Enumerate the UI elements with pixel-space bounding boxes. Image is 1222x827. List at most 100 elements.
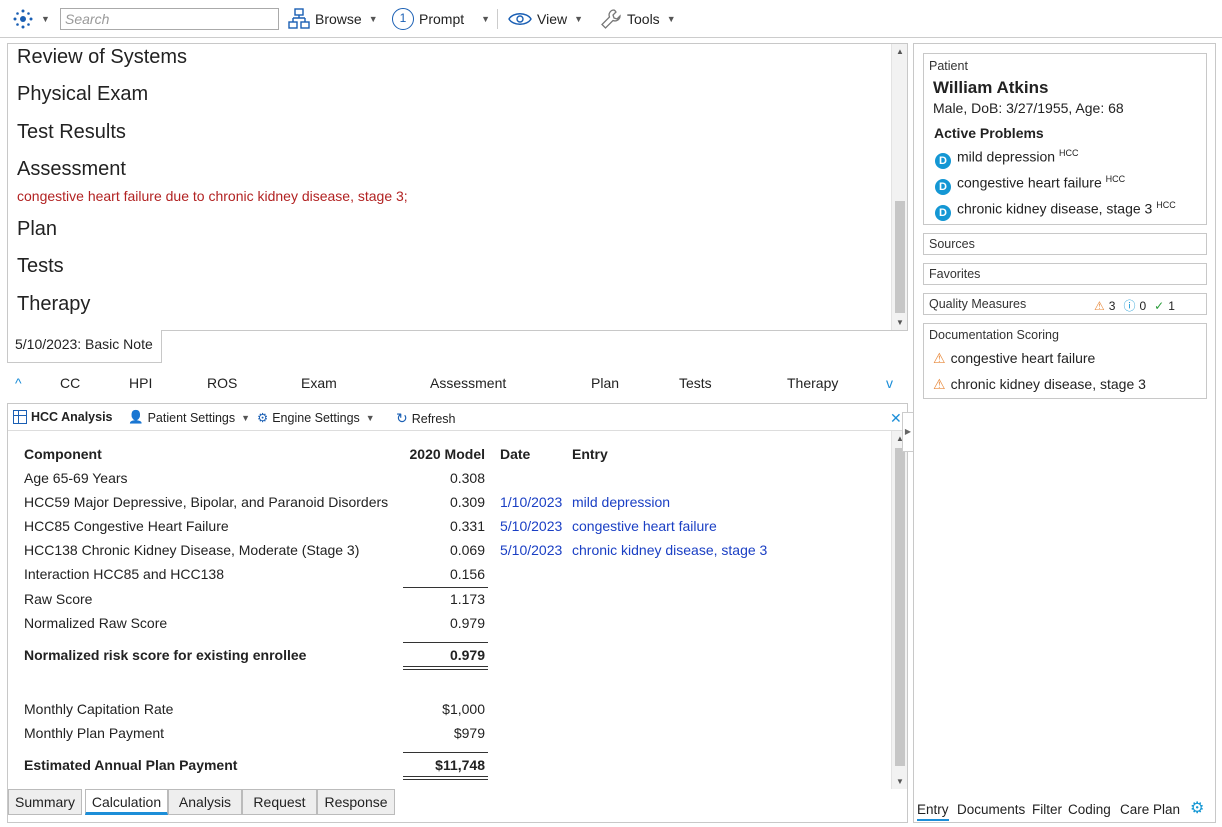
chevron-down-icon: ▼	[41, 14, 50, 24]
component-row-label: HCC59 Major Depressive, Bipolar, and Par…	[24, 494, 389, 510]
problem-name: chronic kidney disease, stage 3	[957, 200, 1153, 217]
assessment-text[interactable]: congestive heart failure due to chronic …	[17, 188, 408, 204]
section-therapy[interactable]: Therapy	[17, 293, 90, 316]
quality-measures-panel[interactable]: Quality Measures ⚠ 3 ⓘ 0 ✓ 1	[923, 293, 1207, 315]
tab-coding[interactable]: Coding	[1068, 802, 1111, 817]
eye-icon	[508, 13, 532, 25]
entry-date-link[interactable]: 5/10/2023	[500, 518, 562, 534]
prompt-menu-button[interactable]: 1 Prompt ▼	[392, 6, 490, 32]
scrollbar-thumb[interactable]	[895, 201, 905, 313]
nav-ros[interactable]: ROS	[207, 375, 237, 391]
scroll-up-icon[interactable]: ▲	[892, 47, 907, 56]
risk-score-value: 0.979	[449, 647, 485, 663]
problem-item[interactable]: Dcongestive heart failure HCC	[935, 174, 1125, 195]
header-date: Date	[500, 446, 531, 462]
nav-cc[interactable]: CC	[60, 375, 80, 391]
tab-summary[interactable]: Summary	[8, 789, 82, 815]
note-editor[interactable]: Review of Systems Physical Exam Test Res…	[7, 43, 908, 331]
patient-card: Patient William Atkins Male, DoB: 3/27/1…	[923, 53, 1207, 225]
section-test-results[interactable]: Test Results	[17, 121, 126, 144]
section-review-of-systems[interactable]: Review of Systems	[17, 46, 187, 69]
raw-score-value: 1.173	[449, 591, 485, 607]
patient-demographics: Male, DoB: 3/27/1955, Age: 68	[933, 100, 1124, 116]
nav-hpi[interactable]: HPI	[129, 375, 152, 391]
chevron-up-icon[interactable]: ^	[15, 375, 22, 391]
patient-settings-label: Patient Settings	[147, 410, 236, 425]
warning-icon: ⚠	[933, 376, 946, 392]
entry-link[interactable]: chronic kidney disease, stage 3	[572, 542, 767, 558]
scoring-item[interactable]: ⚠ congestive heart failure	[933, 350, 1095, 367]
section-nav: ^ CC HPI ROS Exam Assessment Plan Tests …	[7, 372, 908, 394]
note-scrollbar[interactable]: ▲ ▼	[891, 44, 907, 330]
app-menu-button[interactable]: ▼	[12, 6, 50, 32]
nav-tests[interactable]: Tests	[679, 375, 712, 391]
favorites-panel[interactable]: Favorites	[923, 263, 1207, 285]
nav-assessment[interactable]: Assessment	[430, 375, 506, 391]
toolbar: ▼ Browse ▼ 1 Prompt ▼ View ▼ Tools ▼	[0, 0, 1222, 38]
section-assessment[interactable]: Assessment	[17, 158, 126, 181]
annual-payment-value: $11,748	[435, 757, 485, 773]
problem-item[interactable]: Dchronic kidney disease, stage 3 HCC	[935, 200, 1176, 221]
hcc-tag: HCC	[1156, 200, 1176, 210]
tab-response[interactable]: Response	[317, 789, 395, 815]
chevron-down-icon[interactable]: v	[886, 375, 893, 391]
prompt-badge: 1	[399, 11, 407, 25]
view-label: View	[537, 11, 568, 27]
warning-icon: ⚠	[1094, 298, 1105, 313]
sources-panel[interactable]: Sources	[923, 233, 1207, 255]
nav-exam[interactable]: Exam	[301, 375, 337, 391]
problem-name: mild depression	[957, 148, 1056, 165]
double-underline	[403, 776, 488, 777]
scroll-down-icon[interactable]: ▼	[892, 318, 907, 327]
tab-filter[interactable]: Filter	[1032, 802, 1062, 817]
double-underline	[403, 669, 488, 670]
tab-analysis[interactable]: Analysis	[168, 789, 242, 815]
tools-menu-button[interactable]: Tools ▼	[600, 6, 676, 32]
scrollbar-thumb[interactable]	[895, 448, 905, 766]
raw-score-label: Raw Score	[24, 591, 93, 607]
normalized-raw-label: Normalized Raw Score	[24, 615, 168, 631]
tab-documents[interactable]: Documents	[957, 802, 1025, 817]
patient-settings-button[interactable]: 👤 Patient Settings ▼	[128, 410, 250, 425]
tab-entry[interactable]: Entry	[917, 802, 949, 821]
plan-payment-label: Monthly Plan Payment	[24, 725, 165, 741]
entry-link[interactable]: congestive heart failure	[572, 518, 717, 534]
scoring-item[interactable]: ⚠ chronic kidney disease, stage 3	[933, 376, 1146, 393]
view-menu-button[interactable]: View ▼	[508, 6, 583, 32]
refresh-label: Refresh	[411, 411, 456, 426]
entry-date-link[interactable]: 5/10/2023	[500, 542, 562, 558]
component-row-value: 0.309	[449, 494, 485, 510]
note-tab[interactable]: 5/10/2023: Basic Note	[7, 330, 162, 363]
gear-icon[interactable]: ⚙	[1190, 798, 1204, 818]
engine-settings-button[interactable]: ⚙ Engine Settings ▼	[257, 410, 375, 426]
refresh-button[interactable]: ↻ Refresh	[396, 410, 456, 427]
entry-date-link[interactable]: 1/10/2023	[500, 494, 562, 510]
chevron-down-icon: ▼	[666, 14, 676, 24]
nav-plan[interactable]: Plan	[591, 375, 619, 391]
section-plan[interactable]: Plan	[17, 218, 57, 241]
browse-menu-button[interactable]: Browse ▼	[288, 6, 378, 32]
grid-icon	[13, 410, 27, 424]
capitation-label: Monthly Capitation Rate	[24, 701, 174, 717]
scroll-down-icon[interactable]: ▼	[892, 777, 908, 786]
section-tests[interactable]: Tests	[17, 255, 64, 278]
component-row-value: 0.331	[449, 518, 485, 534]
chevron-down-icon: ▼	[574, 14, 584, 24]
entry-link[interactable]: mild depression	[572, 494, 670, 510]
nav-therapy[interactable]: Therapy	[787, 375, 838, 391]
tab-calculation[interactable]: Calculation	[85, 789, 168, 815]
section-physical-exam[interactable]: Physical Exam	[17, 83, 148, 106]
tab-care-plan[interactable]: Care Plan	[1120, 802, 1180, 817]
active-problems-title: Active Problems	[934, 125, 1044, 141]
problem-item[interactable]: Dmild depression HCC	[935, 148, 1078, 169]
hcc-scrollbar[interactable]: ▲ ▼	[891, 431, 907, 789]
hcc-tag: HCC	[1105, 174, 1126, 184]
tab-request[interactable]: Request	[242, 789, 317, 815]
search-input[interactable]	[60, 8, 279, 30]
close-icon[interactable]: ✕	[890, 410, 902, 427]
component-row-label: HCC138 Chronic Kidney Disease, Moderate …	[24, 542, 360, 558]
diagnosis-icon: D	[935, 204, 951, 221]
patient-header: Patient	[929, 59, 968, 73]
hcc-title-label: HCC Analysis	[31, 410, 113, 424]
check-icon: ✓	[1154, 298, 1165, 313]
